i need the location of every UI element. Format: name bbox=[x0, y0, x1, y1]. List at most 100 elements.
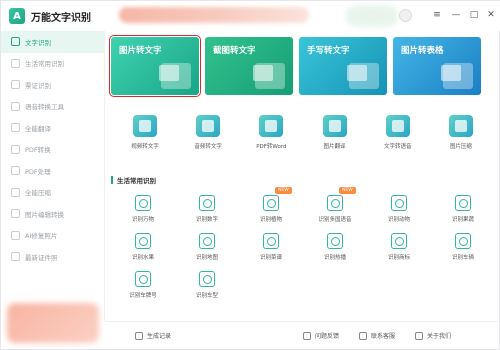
life-item-fruit[interactable]: 识别水果 bbox=[111, 233, 175, 261]
bottom-bar: 生成记录 问题反馈 联系客服 关于我们 bbox=[105, 321, 499, 349]
life-item-languages[interactable]: NEW 识别多国语音 bbox=[303, 187, 367, 223]
plate-scan-icon bbox=[135, 271, 151, 287]
life-item-label: 识别植物 bbox=[259, 217, 282, 223]
blurred-banner[interactable] bbox=[119, 7, 309, 23]
vehicle-scan-icon bbox=[455, 233, 471, 249]
feedback-icon bbox=[303, 331, 311, 340]
fruit-scan-icon bbox=[135, 233, 151, 249]
life-item-trademark[interactable]: 识别商标 bbox=[367, 233, 431, 261]
plant-scan-icon bbox=[263, 195, 279, 211]
text-scan-icon bbox=[11, 37, 20, 47]
card-image-to-table[interactable]: 图片转表格 bbox=[393, 37, 481, 95]
sidebar-item-image-edit[interactable]: 图片编辑转换 bbox=[1, 203, 104, 225]
sidebar-item-label: 全能翻译 bbox=[25, 124, 51, 133]
sidebar-item-id-photo[interactable]: 最新证件照 bbox=[1, 246, 104, 268]
history-label: 生成记录 bbox=[147, 333, 172, 340]
tool-label: PDF转Word bbox=[256, 144, 287, 150]
sidebar-item-label: AI修复照片 bbox=[25, 232, 58, 241]
id-photo-icon bbox=[11, 252, 20, 262]
life-item-trending[interactable]: 识别热播 bbox=[303, 233, 367, 261]
life-item-label: 识别数字 bbox=[195, 217, 218, 223]
maximize-button[interactable]: □ bbox=[468, 9, 480, 21]
pdf-word-icon bbox=[259, 115, 284, 137]
car-model-scan-icon bbox=[199, 271, 215, 287]
map-scan-icon bbox=[199, 233, 215, 249]
card-image-to-text[interactable]: 图片转文字 bbox=[109, 35, 201, 97]
about-label: 关于我们 bbox=[427, 333, 452, 340]
tool-video-to-text[interactable]: 视频转文字 bbox=[117, 115, 173, 150]
doc-illustration-icon bbox=[347, 65, 367, 81]
life-item-plate[interactable]: 识别车牌号 bbox=[111, 271, 175, 299]
life-item-label: 识别车牌号 bbox=[129, 293, 157, 299]
new-badge: NEW bbox=[275, 187, 292, 194]
image-edit-icon bbox=[11, 209, 20, 219]
about-button[interactable]: 关于我们 bbox=[415, 331, 451, 340]
user-avatar[interactable] bbox=[399, 9, 412, 22]
sidebar-item-label: 文字识别 bbox=[25, 38, 51, 47]
sidebar-item-label: 全能压缩 bbox=[25, 189, 51, 198]
life-item-produce[interactable]: 识别果蔬 bbox=[431, 195, 495, 223]
compress-icon bbox=[11, 187, 20, 197]
sidebar-item-ticket[interactable]: 票证识别 bbox=[1, 74, 104, 96]
life-item-car-model[interactable]: 识别车型 bbox=[175, 271, 239, 299]
trademark-scan-icon bbox=[391, 233, 407, 249]
menu-icon[interactable]: ≡ bbox=[431, 9, 443, 21]
tool-image-compress[interactable]: 图片压缩 bbox=[433, 115, 489, 150]
section-title-text: 生活常用识别 bbox=[117, 177, 156, 185]
pdf-icon bbox=[11, 144, 20, 154]
animal-scan-icon bbox=[391, 195, 407, 211]
sidebar-item-pdf-process[interactable]: PDF处理 bbox=[1, 160, 104, 182]
sidebar: 文字识别 生活常用识别 票证识别 语音转换工具 全能翻译 PDF转换 PDF处理… bbox=[1, 31, 105, 321]
tool-pdf-to-word[interactable]: PDF转Word bbox=[243, 115, 299, 150]
pdf-edit-icon bbox=[11, 166, 20, 176]
life-item-label: 识别车型 bbox=[195, 293, 218, 299]
life-item-numbers[interactable]: 识别数字 bbox=[175, 195, 239, 223]
life-item-map[interactable]: 识别地图 bbox=[175, 233, 239, 261]
sidebar-item-ai-restore[interactable]: AI修复照片 bbox=[1, 225, 104, 247]
produce-scan-icon bbox=[455, 195, 471, 211]
sidebar-item-label: 图片编辑转换 bbox=[25, 210, 64, 219]
video-text-icon bbox=[133, 115, 157, 137]
life-recognition-grid: 识别万物 识别数字 NEW 识别植物 NEW 识别多国语音 识别动物 识别果蔬 识别… bbox=[111, 187, 495, 299]
life-item-label: 识别菜谱 bbox=[259, 255, 282, 261]
feature-cards: 图片转文字 截图转文字 手写转文字 图片转表格 bbox=[109, 35, 495, 97]
language-scan-icon bbox=[327, 195, 343, 211]
history-button[interactable]: 生成记录 bbox=[135, 331, 171, 340]
life-item-label: 识别热播 bbox=[323, 255, 346, 261]
contact-label: 联系客服 bbox=[371, 333, 396, 340]
audio-text-icon bbox=[196, 115, 221, 137]
app-window: A 万能文字识别 ≡ — □ ✕ 文字识别 生活常用识别 票证识别 语音转换工具… bbox=[0, 0, 500, 350]
life-icon bbox=[11, 58, 20, 68]
life-item-animals[interactable]: 识别动物 bbox=[367, 195, 431, 223]
life-item-label: 识别地图 bbox=[195, 255, 218, 261]
card-label: 图片转表格 bbox=[401, 46, 444, 56]
sidebar-item-translate[interactable]: 全能翻译 bbox=[1, 117, 104, 139]
tool-text-to-speech[interactable]: 文字转语音 bbox=[370, 115, 426, 150]
text-speech-icon bbox=[385, 115, 410, 137]
life-item-recipe[interactable]: 识别菜谱 bbox=[239, 233, 303, 261]
blurred-promo[interactable] bbox=[7, 303, 99, 343]
history-icon bbox=[135, 331, 143, 340]
card-handwriting-to-text[interactable]: 手写转文字 bbox=[299, 37, 387, 95]
card-screenshot-to-text[interactable]: 截图转文字 bbox=[205, 37, 293, 95]
life-item-vehicle[interactable]: 识别车辆 bbox=[431, 233, 495, 261]
new-badge: NEW bbox=[339, 187, 356, 194]
sidebar-item-compress[interactable]: 全能压缩 bbox=[1, 182, 104, 204]
sidebar-item-text-recognition[interactable]: 文字识别 bbox=[1, 31, 104, 53]
card-label: 截图转文字 bbox=[213, 46, 256, 56]
life-item-everything[interactable]: 识别万物 bbox=[111, 195, 175, 223]
tool-audio-to-text[interactable]: 音频转文字 bbox=[180, 115, 236, 150]
blurred-badge[interactable] bbox=[346, 5, 398, 27]
tool-image-translate[interactable]: 图片翻译 bbox=[307, 115, 363, 150]
minimize-button[interactable]: — bbox=[450, 9, 462, 21]
sidebar-item-voice[interactable]: 语音转换工具 bbox=[1, 96, 104, 118]
sidebar-item-label: PDF转换 bbox=[25, 146, 51, 155]
sidebar-item-pdf-convert[interactable]: PDF转换 bbox=[1, 139, 104, 161]
feedback-button[interactable]: 问题反馈 bbox=[303, 331, 339, 340]
contact-button[interactable]: 联系客服 bbox=[359, 331, 395, 340]
close-button[interactable]: ✕ bbox=[485, 9, 497, 21]
sidebar-item-life[interactable]: 生活常用识别 bbox=[1, 53, 104, 75]
tool-label: 图片压缩 bbox=[449, 144, 472, 150]
life-item-plants[interactable]: NEW 识别植物 bbox=[239, 187, 303, 223]
section-title: 生活常用识别 bbox=[111, 175, 156, 185]
